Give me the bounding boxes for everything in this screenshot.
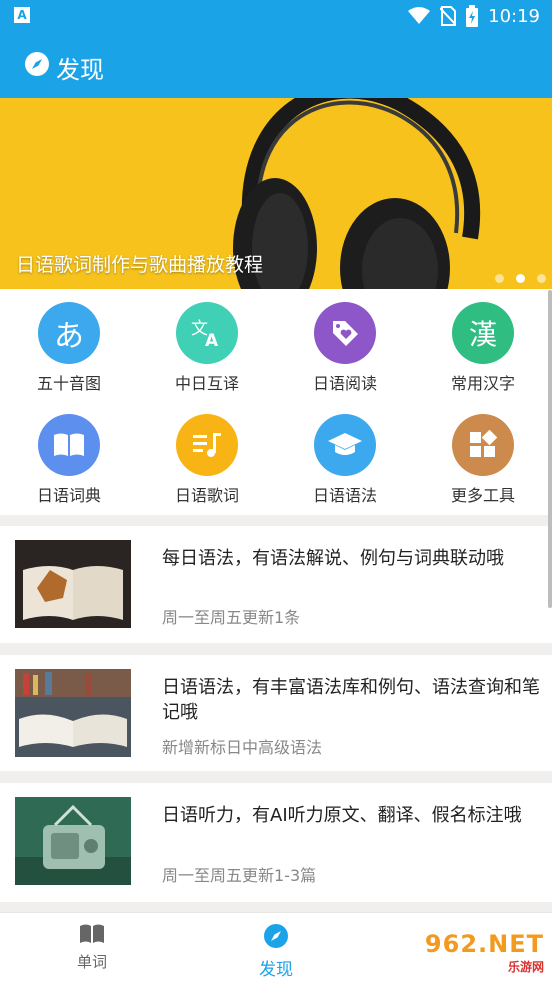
card-title: 日语听力，有AI听力原文、翻译、假名标注哦 (162, 805, 522, 826)
no-sim-icon (440, 6, 457, 26)
tool-label: 日语阅读 (312, 374, 377, 393)
compass-icon (264, 924, 288, 948)
tag-heart-icon (314, 302, 376, 364)
watermark-logo: 962.NET 乐游网 (424, 930, 544, 974)
tool-label: 五十音图 (36, 374, 101, 393)
tool-label: 日语词典 (36, 486, 101, 505)
tool-label: 常用汉字 (450, 374, 515, 393)
card-daily-grammar[interactable]: 每日语法，有语法解说、例句与词典联动哦 周一至周五更新1条 (0, 526, 552, 643)
battery-charging-icon (466, 5, 479, 27)
svg-text:A: A (205, 331, 219, 348)
card-subtitle: 周一至周五更新1条 (162, 608, 301, 627)
wifi-icon (408, 7, 431, 24)
tab-words[interactable]: 单词 (32, 923, 152, 972)
scrollbar[interactable] (548, 290, 552, 608)
card-title: 日语语法，有丰富语法库和例句、语法查询和笔记哦 (162, 677, 540, 723)
banner-caption: 日语歌词制作与歌曲播放教程 (16, 254, 264, 276)
carousel-dot[interactable] (537, 274, 546, 283)
hiragana-icon: あ (38, 302, 100, 364)
tool-lyrics[interactable]: 日语歌词 (138, 414, 276, 506)
tool-translate[interactable]: 文A 中日互译 (138, 302, 276, 394)
tool-grammar[interactable]: 日语语法 (276, 414, 414, 506)
card-thumbnail (15, 669, 131, 757)
graduation-cap-icon (314, 414, 376, 476)
apps-icon (452, 414, 514, 476)
tab-label: 单词 (76, 953, 107, 971)
card-title: 每日语法，有语法解说、例句与词典联动哦 (162, 548, 504, 569)
tool-kana-chart[interactable]: あ 五十音图 (0, 302, 138, 394)
carousel-dot-active[interactable] (516, 274, 525, 283)
tool-label: 中日互译 (174, 374, 239, 393)
card-thumbnail (15, 797, 131, 885)
page-title: 发现 (56, 56, 104, 84)
banner-carousel[interactable]: 日语歌词制作与歌曲播放教程 (0, 98, 552, 289)
compass-icon (25, 52, 49, 76)
carousel-dot[interactable] (495, 274, 504, 283)
app-bar: 发现 (0, 32, 552, 98)
tab-label: 发现 (259, 960, 293, 980)
app-notification-icon: A (14, 7, 30, 23)
book-icon (38, 414, 100, 476)
tab-discover[interactable]: 发现 (216, 923, 336, 980)
kanji-icon: 漢 (452, 302, 514, 364)
music-list-icon (176, 414, 238, 476)
clock: 10:19 (488, 5, 540, 27)
tool-kanji[interactable]: 漢 常用汉字 (414, 302, 552, 394)
tool-label: 更多工具 (450, 486, 515, 505)
tool-label: 日语语法 (312, 486, 377, 505)
card-listening[interactable]: 日语听力，有AI听力原文、翻译、假名标注哦 周一至周五更新1-3篇 (0, 783, 552, 902)
tool-grid: あ 五十音图 文A 中日互译 日语阅读 漢 常用汉字 日语词典 日语歌词 日语语… (0, 289, 552, 515)
tool-more[interactable]: 更多工具 (414, 414, 552, 506)
tool-label: 日语歌词 (174, 486, 239, 505)
book-icon (80, 924, 104, 943)
card-thumbnail (15, 540, 131, 628)
card-subtitle: 周一至周五更新1-3篇 (162, 866, 317, 885)
carousel-indicator (495, 274, 546, 283)
card-grammar[interactable]: 日语语法，有丰富语法库和例句、语法查询和笔记哦 新增新标日中高级语法 (0, 655, 552, 771)
status-bar: A 10:19 (0, 0, 552, 32)
tool-reading[interactable]: 日语阅读 (276, 302, 414, 394)
tool-dictionary[interactable]: 日语词典 (0, 414, 138, 506)
translate-icon: 文A (176, 302, 238, 364)
card-subtitle: 新增新标日中高级语法 (162, 738, 323, 757)
